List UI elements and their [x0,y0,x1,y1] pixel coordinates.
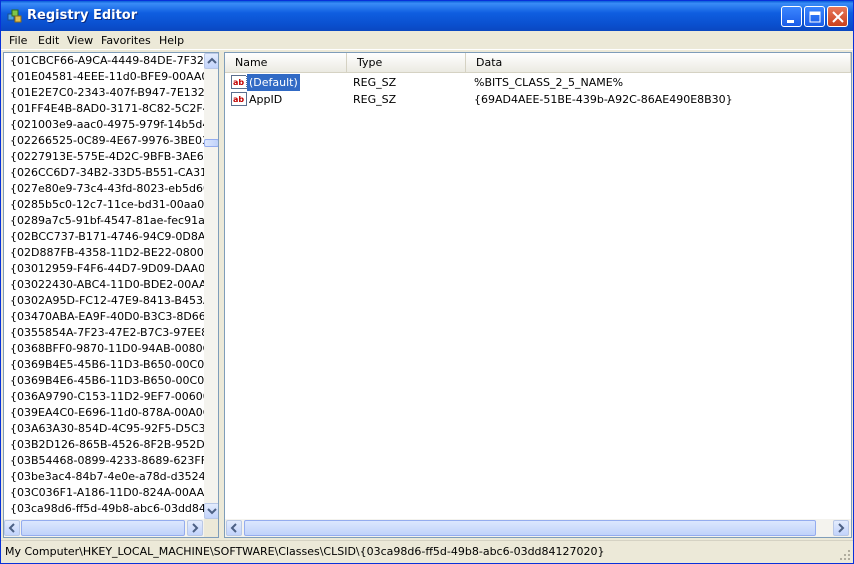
tree-scroll-thumb[interactable] [204,139,218,147]
tree-item[interactable]: {027e80e9-73c4-43fd-8023-eb5d6074a0b3} [4,181,204,197]
tree-item[interactable]: {0227913E-575E-4D2C-9BFB-3AE6A478DAAB} [4,149,204,165]
menu-help[interactable]: Help [159,33,184,48]
chevron-down-icon [207,508,217,515]
minimize-button[interactable] [781,6,802,27]
tree-item[interactable]: {01E04581-4EEE-11d0-BFE9-00AA005B4383} [4,69,204,85]
window-title: Registry Editor [27,8,138,23]
tree-scroll-down-button[interactable] [204,503,218,519]
menu-edit[interactable]: Edit [38,33,59,48]
chevron-left-icon [230,523,237,533]
resize-grip-icon[interactable] [839,549,851,561]
maximize-icon [809,11,821,23]
tree-item[interactable]: {03be3ac4-84b7-4e0e-a78d-d3524e603ad7} [4,469,204,485]
column-header-data[interactable]: Data [466,53,851,73]
tree-item[interactable]: {026CC6D7-34B2-33D5-B551-CA31EB6CE345} [4,165,204,181]
key-tree-list: {01CBCF66-A9CA-4449-84DE-7F321232C}{01E0… [4,53,204,519]
reg-sz-icon: ab [231,92,247,106]
tree-item[interactable]: {01E2E7C0-2343-407f-B947-7E132E791D3E} [4,85,204,101]
tree-item[interactable]: {039EA4C0-E696-11d0-878A-00A0C91E2ACB} [4,405,204,421]
tree-item[interactable]: {02266525-0C89-4E67-9976-3BE0354A2D9E} [4,133,204,149]
scroll-corner [204,519,218,537]
chevron-up-icon [207,57,217,64]
list-scroll-right-button[interactable] [833,520,849,536]
list-hscroll-thumb[interactable] [244,520,816,536]
value-type: REG_SZ [353,76,397,89]
menu-favorites[interactable]: Favorites [101,33,151,48]
tree-item[interactable]: {03B2D126-865B-4526-8F2B-952DA75A5E84} [4,437,204,453]
list-scroll-left-button[interactable] [226,520,242,536]
tree-item[interactable]: {0289a7c5-91bf-4547-81ae-fec91a89dec5} [4,213,204,229]
tree-item[interactable]: {03012959-F4F6-44D7-9D09-DAA087A9DB57} [4,261,204,277]
minimize-icon [787,20,794,23]
tree-item[interactable]: {01CBCF66-A9CA-4449-84DE-7F321232C} [4,53,204,69]
tree-item[interactable]: {02BCC737-B171-4746-94C9-0D8A0B2C0089} [4,229,204,245]
values-list-pane[interactable]: Name Type Data ab (Default) REG_SZ %BITS… [224,52,852,538]
tree-item[interactable]: {03C036F1-A186-11D0-824A-00AA005B4383} [4,485,204,501]
tree-item[interactable]: {0369B4E5-45B6-11D3-B650-00C04F79498E} [4,357,204,373]
tree-item[interactable]: {0368BFF0-9870-11D0-94AB-0080C74C7E95} [4,341,204,357]
maximize-button[interactable] [804,6,825,27]
menu-file[interactable]: File [9,33,27,48]
tree-item[interactable]: {0369B4E6-45B6-11D3-B650-00C04F79498E} [4,373,204,389]
chevron-left-icon [8,523,15,533]
tree-item[interactable]: {021003e9-aac0-4975-979f-14b5d4e717f8} [4,117,204,133]
tree-item[interactable]: {01FF4E4B-8AD0-3171-8C82-5C2F48B87E3D} [4,101,204,117]
value-type: REG_SZ [353,93,397,106]
tree-item[interactable]: {03B54468-0899-4233-8689-623FFFC29828} [4,453,204,469]
chevron-right-icon [192,523,199,533]
key-tree-pane[interactable]: {01CBCF66-A9CA-4449-84DE-7F321232C}{01E0… [3,52,219,538]
value-data: %BITS_CLASS_2_5_NAME% [474,76,624,89]
tree-item[interactable]: {0302A95D-FC12-47E9-8413-B453AE13B2B4} [4,293,204,309]
column-header-name[interactable]: Name [225,53,347,73]
title-bar[interactable]: Registry Editor [1,1,853,31]
tree-horizontal-scrollbar[interactable] [4,519,204,537]
tree-item[interactable]: {03022430-ABC4-11D0-BDE2-00AA001A1953} [4,277,204,293]
value-name: AppID [249,93,283,106]
column-header-type[interactable]: Type [347,53,466,73]
tree-item[interactable]: {0355854A-7F23-47E2-B7C3-97EE8DD42CD8} [4,325,204,341]
svg-text:ab: ab [233,78,244,87]
tree-item[interactable]: {03470ABA-EA9F-40D0-B3C3-8D660D4C3F2A} [4,309,204,325]
value-name: (Default) [246,73,301,92]
value-row-default[interactable]: ab (Default) REG_SZ %BITS_CLASS_2_5_NAME… [225,73,851,92]
tree-hscroll-thumb[interactable] [21,520,185,536]
registry-editor-window: Registry Editor File Edit View Favorites… [0,0,854,564]
tree-item[interactable]: {036A9790-C153-11D2-9EF7-006008039E37} [4,389,204,405]
list-horizontal-scrollbar[interactable] [225,519,851,537]
reg-sz-icon: ab [231,75,247,89]
tree-item[interactable]: {03ca98d6-ff5d-49b8-abc6-03dd84127020} [4,501,204,517]
menu-view[interactable]: View [67,33,93,48]
tree-vertical-scrollbar[interactable] [204,53,218,519]
tree-item[interactable]: {0285b5c0-12c7-11ce-bd31-00aa004bbb1f} [4,197,204,213]
registry-editor-app-icon [7,9,22,23]
tree-scroll-up-button[interactable] [204,53,218,69]
value-row-appid[interactable]: ab AppID REG_SZ {69AD4AEE-51BE-439b-A92C… [225,91,851,108]
status-bar: My Computer\HKEY_LOCAL_MACHINE\SOFTWARE\… [1,540,853,563]
close-icon [832,11,844,23]
svg-text:ab: ab [233,95,244,104]
tree-item[interactable]: {03A63A30-854D-4C95-92F5-D5C373F05E1D} [4,421,204,437]
close-button[interactable] [827,6,848,27]
value-data: {69AD4AEE-51BE-439b-A92C-86AE490E8B30} [474,93,733,106]
status-path: My Computer\HKEY_LOCAL_MACHINE\SOFTWARE\… [5,545,605,558]
tree-scroll-left-button[interactable] [4,520,20,536]
column-header: Name Type Data [225,53,851,73]
tree-item[interactable]: {02D887FB-4358-11D2-BE22-080009DC0A2A} [4,245,204,261]
tree-scroll-right-button[interactable] [187,520,203,536]
chevron-right-icon [838,523,845,533]
menu-bar: File Edit View Favorites Help [1,31,853,50]
